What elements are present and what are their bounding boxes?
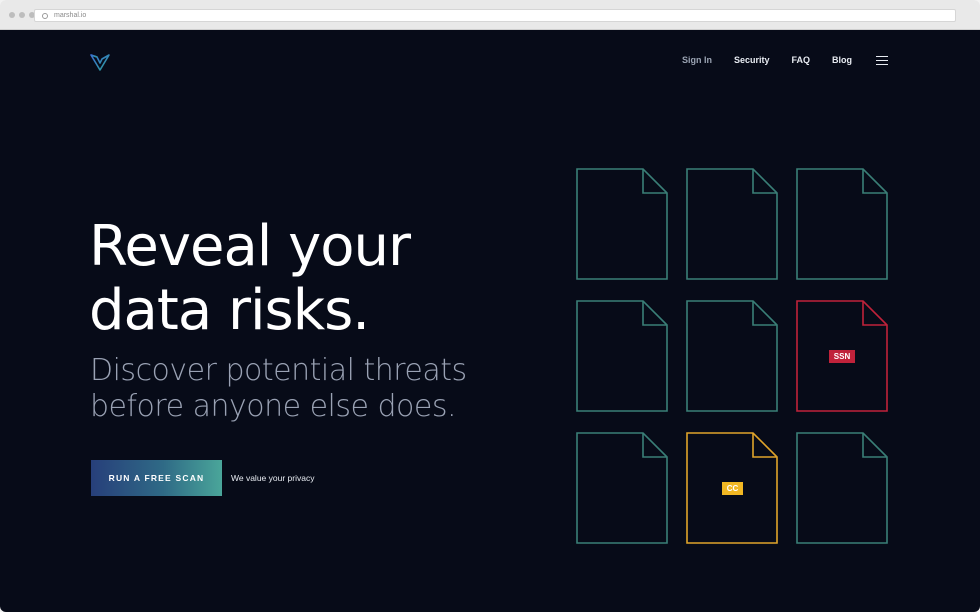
top-nav: Sign In Security FAQ Blog [682,55,888,65]
document-icon [576,432,668,544]
hero-headline: Reveal your data risks. [89,215,509,343]
document-icon [576,168,668,280]
privacy-link[interactable]: We value your privacy [231,473,314,483]
document-icon [796,432,888,544]
landing-page: Sign In Security FAQ Blog Reveal your da… [0,30,980,612]
nav-faq[interactable]: FAQ [791,55,810,65]
headline-line-2: data risks. [89,278,370,343]
subhead-line-1: Discover potential threats [90,353,467,388]
browser-window: marshal.io Sign In Security FAQ Blog Rev [0,0,980,612]
hamburger-menu-icon[interactable] [876,55,888,65]
browser-chrome: marshal.io [0,0,980,30]
run-free-scan-button[interactable]: RUN A FREE SCAN [91,460,222,496]
cc-badge: CC [722,482,743,495]
address-bar[interactable]: marshal.io [34,9,956,22]
nav-blog[interactable]: Blog [832,55,852,65]
document-icon [576,300,668,412]
hero-subhead: Discover potential threats before anyone… [90,353,520,425]
marshal-logo-icon[interactable] [89,52,111,72]
minimize-dot-icon[interactable] [19,12,25,18]
document-grid: SSN CC [576,168,892,548]
subhead-line-2: before anyone else does. [90,389,457,424]
nav-security[interactable]: Security [734,55,770,65]
headline-line-1: Reveal your [89,214,411,279]
window-controls [9,12,35,18]
document-icon [686,168,778,280]
nav-sign-in[interactable]: Sign In [682,55,712,65]
site-info-icon[interactable] [42,12,48,19]
document-icon [686,300,778,412]
url-text[interactable]: marshal.io [54,12,86,19]
close-dot-icon[interactable] [9,12,15,18]
document-icon [796,168,888,280]
ssn-badge: SSN [829,350,855,363]
